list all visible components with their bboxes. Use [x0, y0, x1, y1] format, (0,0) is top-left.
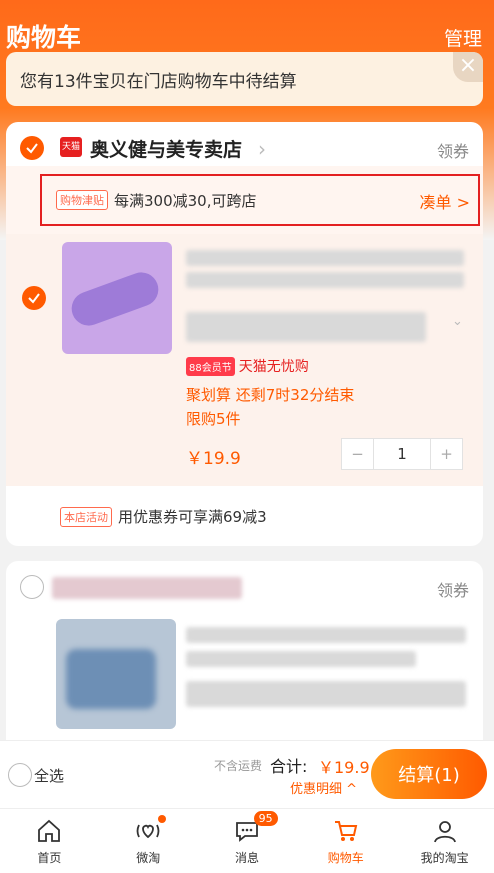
quantity-value[interactable]: 1 [374, 439, 430, 469]
yoga-mat-image [66, 649, 156, 709]
store-card: 天猫 奥义健与美专卖店 › 领券 购物津贴 每满300减30,可跨店 凑单 > … [6, 122, 483, 546]
shop-checkbox[interactable] [20, 575, 44, 599]
store-cart-notice[interactable]: 您有13件宝贝在门店购物车中待结算 × [6, 52, 483, 106]
notification-dot [157, 815, 166, 823]
coupon-link[interactable]: 领券 [437, 577, 469, 601]
store-activity[interactable]: 本店活动 用优惠券可享满69减3 [60, 506, 267, 527]
shop-name-blurred[interactable] [52, 577, 242, 599]
tab-home[interactable]: 首页 [0, 809, 99, 873]
tab-messages[interactable]: 95 消息 [198, 809, 297, 873]
tmall-worry-free-badge: 天猫无忧购 [238, 359, 309, 375]
chevron-down-icon[interactable]: ⌄ [452, 314, 463, 329]
tab-label: 我的淘宝 [420, 851, 469, 865]
coupon-link[interactable]: 领券 [437, 138, 469, 162]
product-image[interactable] [62, 242, 172, 354]
select-all-checkbox[interactable] [8, 763, 32, 787]
product-title-blurred[interactable] [186, 250, 464, 266]
item-badges: 88会员节 天猫无忧购 [186, 356, 309, 376]
promo-tag: 购物津贴 [56, 190, 108, 210]
tmall-icon: 天猫 [60, 137, 82, 157]
total-label: 合计: [270, 757, 308, 776]
chevron-right-icon[interactable]: › [258, 137, 266, 161]
product-sku-blurred[interactable] [186, 681, 466, 707]
tab-bar: 首页 微淘 95 消息 购物车 我的淘宝 [0, 808, 494, 873]
juhuasuan-countdown: 聚划算 还剩7时32分结束 [186, 386, 355, 404]
item-checkbox[interactable] [22, 286, 46, 310]
select-all-label[interactable]: 全选 [34, 765, 64, 786]
add-on-link[interactable]: 凑单 > [420, 189, 471, 213]
promo-banner[interactable]: 购物津贴 每满300减30,可跨店 凑单 > [40, 174, 480, 226]
unread-badge: 95 [253, 811, 278, 826]
page-title: 购物车 [6, 23, 82, 52]
home-icon [38, 819, 61, 842]
freight-note: 不含运费 [214, 759, 263, 773]
tab-profile[interactable]: 我的淘宝 [395, 809, 494, 873]
tab-label: 购物车 [327, 851, 364, 865]
tab-label: 消息 [234, 851, 259, 865]
product-title-blurred[interactable] [186, 627, 466, 643]
cart-icon [334, 821, 358, 841]
activity-tag: 本店活动 [60, 506, 112, 527]
yoga-mat-image [66, 267, 164, 331]
discount-detail-link[interactable]: 优惠明细 ^ [290, 778, 357, 797]
shop-checkbox[interactable] [20, 136, 44, 160]
store-card: 领券 [6, 561, 483, 761]
tab-label: 微淘 [136, 851, 161, 865]
product-title-blurred [186, 272, 464, 288]
check-icon [26, 143, 38, 154]
tab-label: 首页 [37, 851, 62, 865]
total-value: ￥19.9 [318, 758, 370, 777]
product-title-blurred [186, 651, 416, 667]
checkout-bar: 全选 不含运费 合计: ￥19.9 优惠明细 ^ 结算(1) [0, 740, 494, 808]
manage-button[interactable]: 管理 [444, 24, 482, 51]
tab-weitao[interactable]: 微淘 [99, 809, 198, 873]
tab-cart[interactable]: 购物车 [296, 809, 395, 873]
item-price: ￥19.9 [186, 449, 241, 469]
activity-text: 用优惠券可享满69减3 [118, 508, 267, 526]
checkout-button[interactable]: 结算(1) [371, 749, 487, 799]
increase-button[interactable]: + [430, 439, 462, 469]
badge-88: 88会员节 [186, 356, 235, 376]
notice-text: 您有13件宝贝在门店购物车中待结算 [20, 71, 297, 92]
quantity-stepper: − 1 + [341, 438, 463, 470]
shop-header: 天猫 奥义健与美专卖店 › 领券 [6, 134, 483, 164]
check-icon [28, 293, 40, 304]
promo-text: 每满300减30,可跨店 [114, 191, 257, 210]
product-image[interactable] [56, 619, 176, 729]
decrease-button[interactable]: − [342, 439, 374, 469]
purchase-limit: 限购5件 [186, 410, 241, 428]
shop-name[interactable]: 奥义健与美专卖店 [90, 135, 242, 162]
close-icon[interactable]: × [453, 52, 483, 82]
profile-icon [433, 821, 456, 843]
product-sku-blurred[interactable] [186, 312, 426, 342]
